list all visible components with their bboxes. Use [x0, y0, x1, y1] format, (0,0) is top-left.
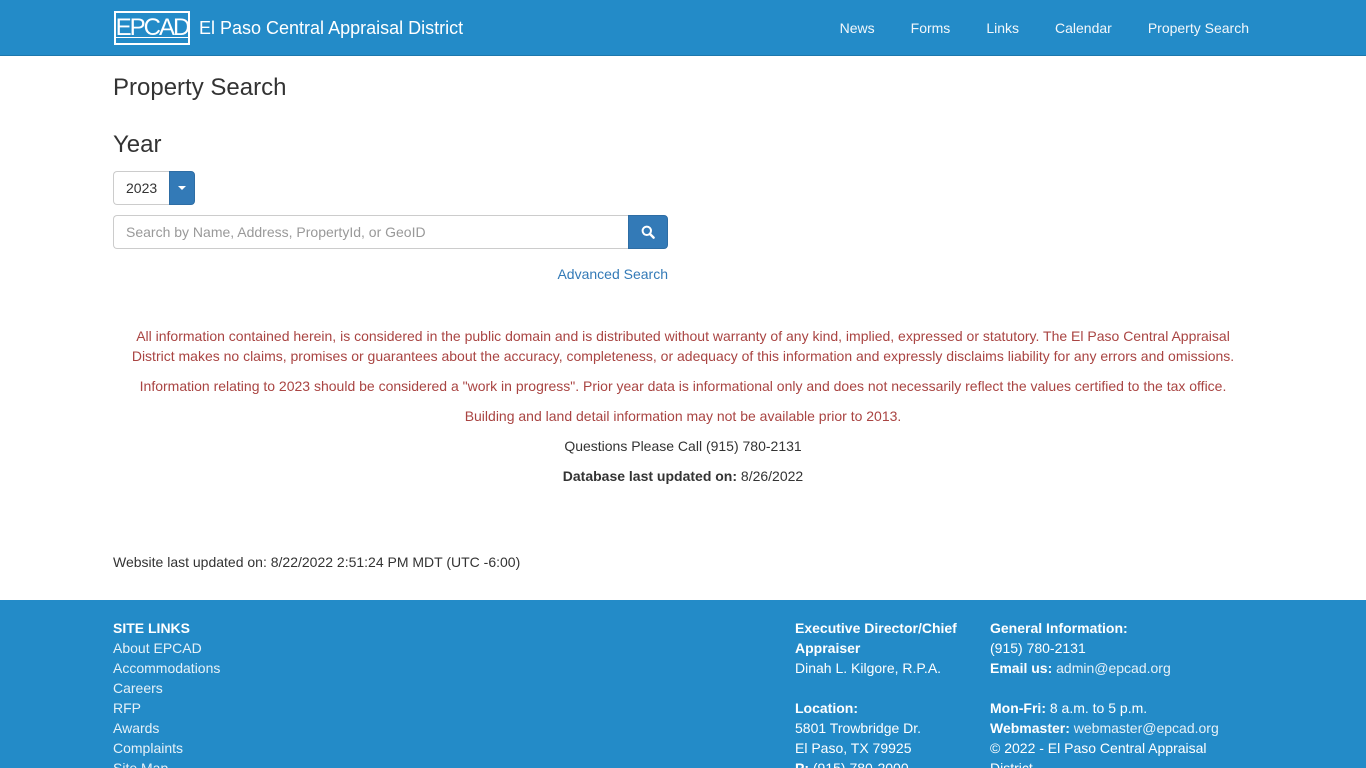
database-updated-label: Database last updated on: [562, 468, 738, 484]
nav-forms[interactable]: Forms [893, 0, 969, 56]
email-link[interactable]: admin@epcad.org [1056, 660, 1171, 676]
phone-line: P: (915) 780-2000 [795, 758, 970, 768]
exec-title-line-2: Appraiser [795, 640, 861, 656]
advanced-search-row: Advanced Search [113, 266, 668, 282]
webmaster-line: Webmaster: webmaster@epcad.org [990, 718, 1240, 738]
nav-calendar[interactable]: Calendar [1037, 0, 1130, 56]
phone-value: (915) 780-2000 [812, 760, 909, 768]
advanced-search-link[interactable]: Advanced Search [557, 266, 668, 282]
address-line-1: 5801 Trowbridge Dr. [795, 720, 922, 736]
footer-link-careers[interactable]: Careers [113, 678, 220, 698]
caret-down-icon [178, 186, 186, 190]
email-line: Email us: admin@epcad.org [990, 658, 1240, 678]
site-links-title: SITE LINKS [113, 620, 191, 636]
general-phone: (915) 780-2131 [990, 640, 1086, 656]
footer-link-rfp[interactable]: RFP [113, 698, 220, 718]
questions-phone: Questions Please Call (915) 780-2131 [564, 438, 802, 454]
logo-underline [116, 37, 188, 38]
phone-label: P: [795, 760, 809, 768]
footer-link-awards[interactable]: Awards [113, 718, 220, 738]
disclaimer-warranty: All information contained herein, is con… [131, 328, 1235, 364]
footer-link-accommodations[interactable]: Accommodations [113, 658, 220, 678]
nav-links[interactable]: Links [968, 0, 1037, 56]
hours-value: 8 a.m. to 5 p.m. [1049, 700, 1148, 716]
top-navbar: EPCAD El Paso Central Appraisal District… [0, 0, 1366, 56]
search-group [113, 215, 668, 249]
address-line-2: El Paso, TX 79925 [795, 740, 912, 756]
hours-label: Mon-Fri: [990, 700, 1046, 716]
disclaimer-building-detail: Building and land detail information may… [464, 408, 902, 424]
database-updated-value: 8/26/2022 [740, 468, 804, 484]
nav-property-search[interactable]: Property Search [1130, 0, 1249, 56]
search-button[interactable] [628, 215, 668, 249]
page-title: Property Search [113, 74, 287, 101]
disclaimer-block: All information contained herein, is con… [113, 326, 1253, 486]
footer-link-complaints[interactable]: Complaints [113, 738, 220, 758]
footer-general-info: General Information: (915) 780-2131 Emai… [990, 618, 1240, 768]
footer-link-about[interactable]: About EPCAD [113, 638, 220, 658]
brand-name: El Paso Central Appraisal District [199, 17, 464, 38]
hours-line: Mon-Fri: 8 a.m. to 5 p.m. [990, 698, 1240, 718]
year-select[interactable]: 2023 [113, 171, 195, 205]
webmaster-link[interactable]: webmaster@epcad.org [1074, 720, 1219, 736]
site-footer: SITE LINKS About EPCAD Accommodations Ca… [0, 600, 1366, 768]
footer-link-site-map[interactable]: Site Map [113, 758, 220, 768]
property-search-input[interactable] [113, 215, 628, 249]
webmaster-label: Webmaster: [990, 720, 1070, 736]
email-label: Email us: [990, 660, 1053, 676]
main-nav: News Forms Links Calendar Property Searc… [822, 0, 1249, 56]
website-updated: Website last updated on: 8/22/2022 2:51:… [113, 554, 521, 570]
copyright: © 2022 - El Paso Central Appraisal Distr… [990, 740, 1207, 768]
brand-link[interactable]: EPCAD El Paso Central Appraisal District [113, 11, 463, 45]
general-info-title: General Information: [990, 620, 1128, 636]
exec-title-line-1: Executive Director/Chief [795, 620, 957, 636]
year-heading: Year [113, 131, 162, 158]
exec-name: Dinah L. Kilgore, R.P.A. [795, 660, 942, 676]
footer-site-links: SITE LINKS About EPCAD Accommodations Ca… [113, 618, 220, 768]
search-icon [641, 225, 655, 239]
footer-executive: Executive Director/Chief Appraiser Dinah… [795, 618, 970, 768]
location-title: Location: [795, 700, 858, 716]
database-updated: Database last updated on: 8/26/2022 [113, 466, 1253, 486]
year-selected-value[interactable]: 2023 [113, 171, 169, 205]
year-dropdown-toggle[interactable] [169, 171, 195, 205]
disclaimer-work-in-progress: Information relating to 2023 should be c… [139, 378, 1227, 394]
nav-news[interactable]: News [822, 0, 893, 56]
epcad-logo: EPCAD [114, 11, 190, 45]
main-content: Property Search Year 2023 Advanced Searc… [113, 56, 1253, 572]
